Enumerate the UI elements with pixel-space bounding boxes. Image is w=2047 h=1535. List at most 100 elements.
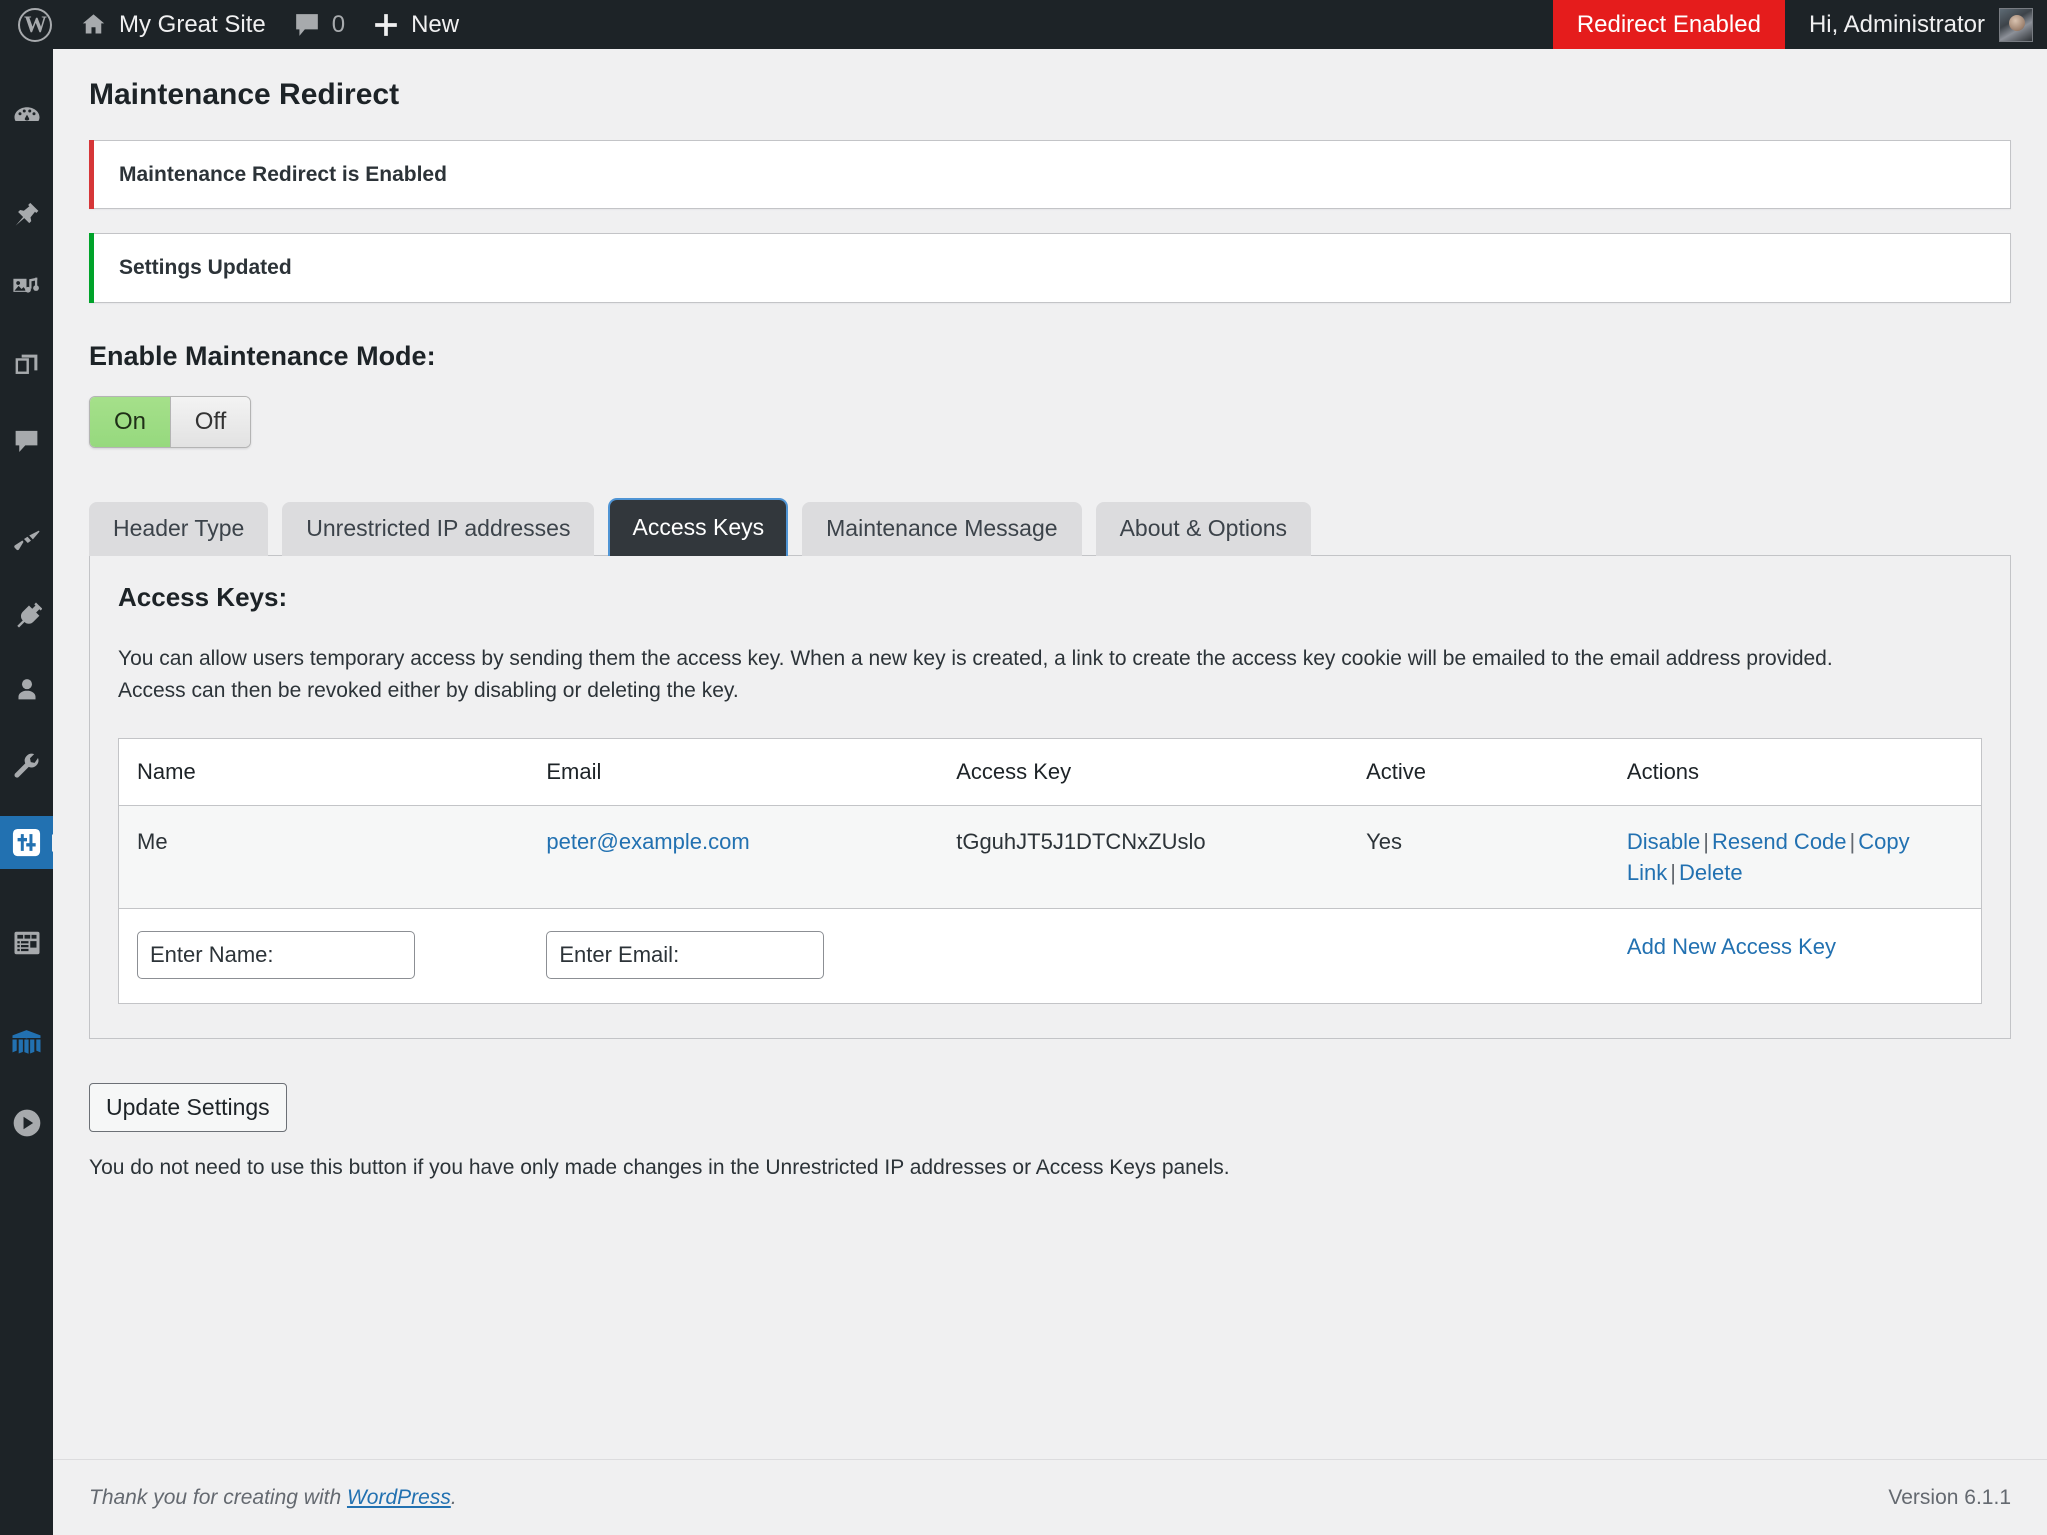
howdy-label: Hi, Administrator <box>1808 10 1985 38</box>
admin-content-area: Maintenance Redirect Maintenance Redirec… <box>53 49 2047 1535</box>
notice-text: Settings Updated <box>119 256 292 280</box>
settings-tabs: Header Type Unrestricted IP addresses Ac… <box>89 497 2011 556</box>
sidebar-item-tools[interactable] <box>0 739 53 792</box>
dashboard-gauge-icon <box>14 106 39 121</box>
disable-link[interactable]: Disable <box>1627 829 1700 854</box>
sidebar-item-users[interactable] <box>0 663 53 716</box>
footer-thanks: Thank you for creating with WordPress. <box>89 1486 457 1510</box>
sidebar-item-settings-maintenance-redirect[interactable] <box>0 816 53 869</box>
toggle-option-on[interactable]: On <box>90 396 170 447</box>
enter-name-input[interactable] <box>137 931 415 980</box>
wrench-icon <box>13 753 38 778</box>
column-header-name: Name <box>118 738 529 806</box>
notice-text: Maintenance Redirect is Enabled <box>119 163 447 186</box>
comment-count: 0 <box>331 10 346 38</box>
media-photo-music-icon <box>13 277 39 293</box>
sidebar-item-media[interactable] <box>0 263 53 316</box>
sidebar-item-security[interactable] <box>0 1016 53 1069</box>
paintbrush-icon <box>13 530 39 550</box>
toggle-option-off[interactable]: Off <box>170 396 250 447</box>
notice-maintenance-enabled: Maintenance Redirect is Enabled <box>89 140 2011 210</box>
cell-access-key: tGguhJT5J1DTCNxZUslo <box>938 805 1349 910</box>
admin-footer: Thank you for creating with WordPress. V… <box>53 1459 2047 1535</box>
site-name-label: My Great Site <box>119 10 266 38</box>
delete-link[interactable]: Delete <box>1679 860 1743 885</box>
resend-code-link[interactable]: Resend Code <box>1712 829 1847 854</box>
comments-button[interactable]: 0 <box>280 0 359 49</box>
enter-email-input[interactable] <box>546 931 825 980</box>
sidebar-item-forms[interactable] <box>0 916 53 969</box>
page-title: Maintenance Redirect <box>89 78 400 111</box>
redirect-status-label: Redirect Enabled <box>1576 10 1761 38</box>
sidebar-item-plugins[interactable] <box>0 588 53 641</box>
shield-fortress-icon <box>12 1029 41 1054</box>
access-keys-table: Name Email Access Key Active Actions Me … <box>118 737 1982 1005</box>
email-link[interactable]: peter@example.com <box>546 829 749 854</box>
cell-add-new-action: Add New Access Key <box>1608 908 1982 1004</box>
column-header-actions: Actions <box>1608 738 1982 806</box>
comment-bubble-icon <box>15 430 38 452</box>
cell-new-email <box>528 908 939 1004</box>
panel-title: Access Keys: <box>118 581 288 612</box>
cell-new-key-blank <box>938 908 1349 1004</box>
maintenance-mode-heading: Enable Maintenance Mode: <box>89 340 436 371</box>
action-separator: | <box>1670 859 1676 885</box>
cell-actions: Disable | Resend Code | Copy Link | Delete <box>1608 805 1982 910</box>
action-separator: | <box>1703 828 1709 854</box>
wordpress-link[interactable]: WordPress <box>347 1486 451 1509</box>
new-content-button[interactable]: New <box>359 0 473 49</box>
sidebar-item-dashboard[interactable] <box>0 89 53 142</box>
redirect-status-badge[interactable]: Redirect Enabled <box>1552 0 1785 49</box>
tab-maintenance-message[interactable]: Maintenance Message <box>802 501 1082 556</box>
cell-email: peter@example.com <box>528 805 939 910</box>
submit-row: Update Settings You do not need to use t… <box>89 1083 2011 1180</box>
tab-unrestricted-ip-addresses[interactable]: Unrestricted IP addresses <box>282 501 595 556</box>
cell-new-name <box>118 908 529 1004</box>
tab-access-keys[interactable]: Access Keys <box>608 497 789 556</box>
admin-sidebar-menu <box>0 49 53 1535</box>
submit-note: You do not need to use this button if yo… <box>89 1156 1230 1180</box>
table-row: Me peter@example.com tGguhJT5J1DTCNxZUsl… <box>118 805 1982 910</box>
footer-thanks-suffix: . <box>450 1485 457 1509</box>
action-separator: | <box>1849 828 1856 854</box>
maintenance-mode-toggle[interactable]: On Off <box>89 395 251 448</box>
column-header-active: Active <box>1348 738 1609 806</box>
plug-icon <box>16 602 42 627</box>
tab-about-and-options[interactable]: About & Options <box>1095 501 1312 556</box>
cell-new-active-blank <box>1348 908 1609 1004</box>
panel-description: You can allow users temporary access by … <box>118 646 1833 703</box>
admin-bar: My Great Site 0 New Redirect Enabled Hi,… <box>0 0 2047 49</box>
comment-bubble-icon <box>295 13 318 36</box>
wp-logo-button[interactable] <box>0 0 66 49</box>
cell-active: Yes <box>1348 805 1609 910</box>
column-header-email: Email <box>528 738 939 806</box>
column-header-access-key: Access Key <box>938 738 1349 806</box>
home-icon <box>82 14 105 34</box>
table-header-row: Name Email Access Key Active Actions <box>118 738 1982 806</box>
form-layout-icon <box>14 931 39 954</box>
pushpin-icon <box>15 202 38 226</box>
cell-name: Me <box>118 805 529 910</box>
page-wrap: Maintenance Redirect Maintenance Redirec… <box>53 49 2047 1180</box>
avatar <box>1999 7 2033 42</box>
plus-icon <box>375 13 397 36</box>
footer-thanks-prefix: Thank you for creating with <box>89 1485 347 1509</box>
my-account-button[interactable]: Hi, Administrator <box>1785 0 2047 49</box>
update-settings-button[interactable]: Update Settings <box>89 1083 287 1133</box>
admin-bar-spacer <box>473 0 1553 49</box>
sidebar-item-comments[interactable] <box>0 414 53 467</box>
add-access-key-row: Add New Access Key <box>118 908 1982 1004</box>
footer-version: Version 6.1.1 <box>1888 1485 2011 1509</box>
pages-stack-icon <box>15 354 38 374</box>
sidebar-item-posts[interactable] <box>0 188 53 241</box>
play-circle-icon <box>13 1109 40 1136</box>
access-keys-panel: Access Keys: You can allow users tempora… <box>89 554 2011 1040</box>
sidebar-item-collapse-menu[interactable] <box>0 1096 53 1149</box>
site-name-button[interactable]: My Great Site <box>66 0 280 49</box>
sliders-icon <box>12 828 41 857</box>
notice-settings-updated: Settings Updated <box>89 233 2011 303</box>
sidebar-item-appearance[interactable] <box>0 512 53 565</box>
sidebar-item-pages[interactable] <box>0 339 53 392</box>
add-new-access-key-link[interactable]: Add New Access Key <box>1627 934 1836 959</box>
tab-header-type[interactable]: Header Type <box>89 501 269 556</box>
